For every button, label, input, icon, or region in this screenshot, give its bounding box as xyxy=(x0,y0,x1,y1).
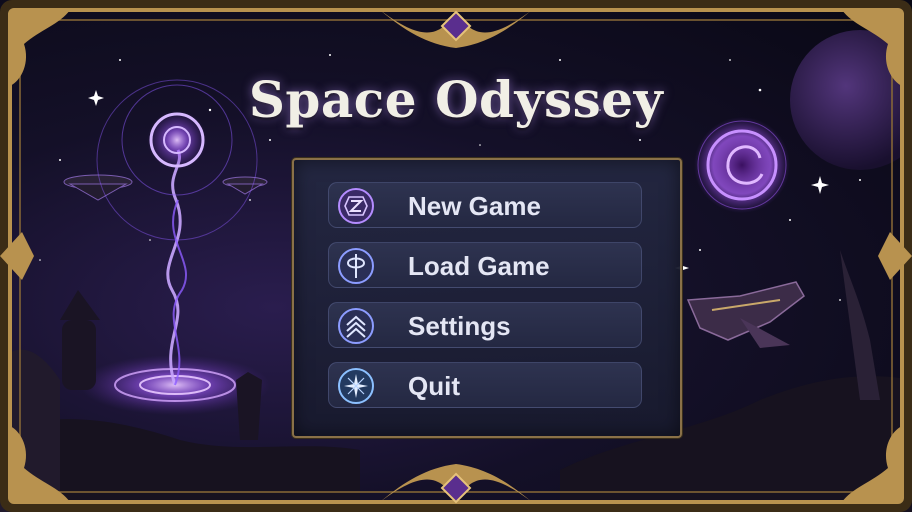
z-rune-icon xyxy=(338,188,374,224)
main-menu-panel: New Game Load Game Settings Quit xyxy=(292,158,682,438)
quit-label: Quit xyxy=(408,371,460,401)
floating-islands xyxy=(63,174,268,201)
quit-button[interactable]: Quit xyxy=(328,362,642,408)
settings-button[interactable]: Settings xyxy=(328,302,642,348)
chevrons-up-icon xyxy=(338,308,374,344)
new-game-button[interactable]: New Game xyxy=(328,182,642,228)
phi-rune-icon xyxy=(338,248,374,284)
load-game-button[interactable]: Load Game xyxy=(328,242,642,288)
settings-label: Settings xyxy=(408,311,511,341)
airship xyxy=(686,281,805,348)
new-game-label: New Game xyxy=(408,191,541,221)
load-game-label: Load Game xyxy=(408,251,550,281)
arcane-tower-beam xyxy=(80,79,270,415)
portal-rune xyxy=(694,117,790,213)
main-menu-screen: Space Odyssey New Game Load Game Setting… xyxy=(0,0,912,512)
star-compass-icon xyxy=(338,368,374,404)
game-title: Space Odyssey xyxy=(248,70,664,129)
